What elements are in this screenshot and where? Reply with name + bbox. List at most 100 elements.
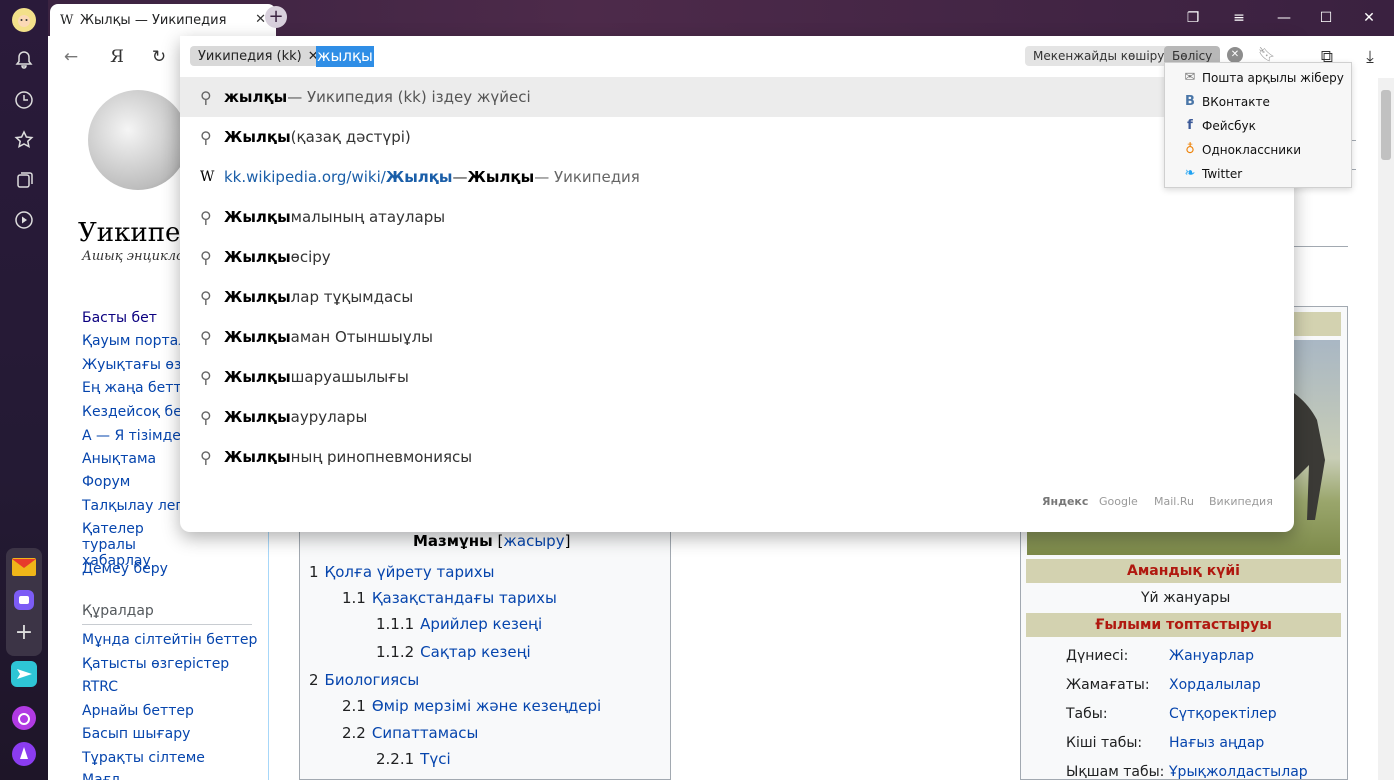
notifications-bell-icon[interactable] <box>8 44 40 76</box>
messenger-icon[interactable] <box>8 584 40 616</box>
infobox-value-link[interactable]: Ұрықжолдастылар <box>1169 764 1308 780</box>
share-label: Одноклассники <box>1202 142 1302 157</box>
suggestion-item[interactable]: ⚲ Жылқы шаруашылығы <box>180 357 1294 397</box>
toc-item[interactable]: 2 Биологиясы <box>309 671 419 689</box>
suggestion-item[interactable]: ⚲ Жылқы малының атаулары <box>180 197 1294 237</box>
toc-text: Сипаттамасы <box>371 724 479 742</box>
bookmarks-star-icon[interactable] <box>8 124 40 156</box>
toc-text: Қолға үйрету тарихы <box>324 563 495 581</box>
suggestion-text: аман Отыншыұлы <box>290 328 434 346</box>
engine-wikipedia[interactable]: Википедия <box>1209 495 1273 508</box>
share-vk[interactable]: B ВКонтакте <box>1178 94 1270 109</box>
sidebar-nav-discussion[interactable]: Талқылау легі <box>82 498 187 514</box>
sidebar-tool-related-changes[interactable]: Қатысты өзгерістер <box>82 656 229 672</box>
sidebar-divider <box>82 624 252 625</box>
site-chip-label: Уикипедия (kk) <box>198 48 302 64</box>
toc-number: 1 <box>309 563 319 581</box>
suggestion-text: (қазақ дәстүрі) <box>290 128 411 146</box>
minimize-icon[interactable]: — <box>1271 6 1297 30</box>
suggestion-item[interactable]: ⚲ Жылқы лар тұқымдасы <box>180 277 1294 317</box>
telemost-icon[interactable] <box>8 658 40 690</box>
scrollbar-thumb[interactable] <box>1381 90 1391 160</box>
sidebar-tool-special-pages[interactable]: Арнайы беттер <box>82 703 194 719</box>
toc-item[interactable]: 1 Қолға үйрету тарихы <box>309 563 494 581</box>
toc-number: 2 <box>309 671 319 689</box>
copy-address-button[interactable]: Мекенжайды көшіру <box>1025 46 1173 66</box>
mail-icon[interactable] <box>8 551 40 583</box>
close-window-icon[interactable]: ✕ <box>1356 6 1382 30</box>
toc-item[interactable]: 1.1.2 Сақтар кезеңі <box>376 643 531 661</box>
twitter-bird-icon: ❧ <box>1184 166 1196 181</box>
yandex-logo-icon[interactable]: Я <box>104 44 130 70</box>
site-search-chip[interactable]: Уикипедия (kk) ✕ <box>190 46 327 66</box>
sidebar-tool-rtrc[interactable]: RTRC <box>82 679 118 695</box>
sidebar-tool-permalink[interactable]: Тұрақты сілтеме <box>82 750 205 766</box>
reload-icon[interactable]: ↻ <box>146 44 172 70</box>
search-icon: ⚲ <box>200 287 212 307</box>
address-input-text[interactable]: жылқы <box>316 46 374 67</box>
share-facebook[interactable]: f Фейсбук <box>1178 118 1256 133</box>
sidebar-tool-whatlinkshere[interactable]: Мұнда сілтейтін беттер <box>82 632 257 648</box>
sidebar-tool-print[interactable]: Басып шығару <box>82 726 190 742</box>
toc-title: Мазмұны <box>413 532 493 550</box>
add-app-plus-icon[interactable]: + <box>8 616 40 648</box>
search-icon: ⚲ <box>200 367 212 387</box>
collections-icon[interactable] <box>8 164 40 196</box>
sidebar-nav-help[interactable]: Анықтама <box>82 451 156 467</box>
suggestion-bold: Жылқы <box>224 248 291 266</box>
share-ok[interactable]: ♁ Одноклассники <box>1178 142 1301 157</box>
download-arrow-icon[interactable]: ⤓ <box>1357 44 1383 70</box>
suggestion-item[interactable]: ⚲ Жылқы аурулары <box>180 397 1294 437</box>
toc-item[interactable]: 2.2.1 Түсі <box>376 750 451 768</box>
toc-item[interactable]: 1.1 Қазақстандағы тарихы <box>342 589 557 607</box>
sidebar-nav-forum[interactable]: Форум <box>82 474 130 490</box>
engine-yandex[interactable]: Яндекс <box>1042 495 1088 508</box>
infobox-value-link[interactable]: Жануарлар <box>1169 648 1254 664</box>
new-tab-plus-icon[interactable]: + <box>265 6 287 28</box>
toc-item[interactable]: 2.1 Өмір мерзімі және кезеңдері <box>342 697 601 715</box>
share-email[interactable]: ✉ Пошта арқылы жіберу <box>1178 70 1344 85</box>
sidebar-nav-donate[interactable]: Демеу беру <box>82 561 168 577</box>
alice-assistant-icon[interactable] <box>8 738 40 770</box>
back-arrow-icon[interactable]: ← <box>58 44 84 70</box>
suggestion-item[interactable]: ⚲ Жылқы ның ринопневмониясы <box>180 437 1294 477</box>
video-play-icon[interactable] <box>8 204 40 236</box>
menu-hamburger-icon[interactable]: ≡ <box>1226 6 1252 30</box>
suggestion-bold: Жылқы <box>467 168 535 186</box>
maximize-icon[interactable]: ☐ <box>1313 6 1339 30</box>
sidebar-nav-main-page[interactable]: Басты бет <box>82 310 157 326</box>
suggestion-item[interactable]: ⚲ Жылқы аман Отыншыұлы <box>180 317 1294 357</box>
bookmark-ribbon-icon[interactable]: 🔖︎ <box>1258 47 1276 63</box>
suggestion-item[interactable]: ⚲ жылқы — Уикипедия (kk) іздеу жүйесі <box>180 77 1294 117</box>
toc-hide-link[interactable]: жасыру <box>503 532 564 550</box>
infobox-value-link[interactable]: Нағыз аңдар <box>1169 735 1264 751</box>
infobox-value-link[interactable]: Хордалылар <box>1169 677 1261 693</box>
suggestion-bold: Жылқы <box>224 128 291 146</box>
engine-google[interactable]: Google <box>1099 495 1138 508</box>
tab-manager-icon[interactable]: ❐ <box>1180 6 1206 30</box>
suggestion-item-site[interactable]: W kk.wikipedia.org/wiki/Жылқы — Жылқы — … <box>180 157 1294 197</box>
toc-text: Өмір мерзімі және кезеңдері <box>371 697 602 715</box>
infobox-key: Жамағаты: <box>1066 677 1150 693</box>
toc-item[interactable]: 1.1.1 Арийлер кезеңі <box>376 615 542 633</box>
alice-music-icon[interactable] <box>8 702 40 734</box>
history-clock-icon[interactable] <box>8 84 40 116</box>
sidebar-tool-info[interactable]: Мағл <box>82 772 120 780</box>
suggestion-item[interactable]: ⚲ Жылқы өсіру <box>180 237 1294 277</box>
sidebar-nav-random[interactable]: Кездейсоқ бет <box>82 404 190 420</box>
clear-input-icon[interactable]: ✕ <box>1227 47 1243 63</box>
share-twitter[interactable]: ❧ Twitter <box>1178 166 1243 181</box>
suggestion-item[interactable]: ⚲ Жылқы (қазақ дәстүрі) <box>180 117 1294 157</box>
suggestion-separator: — <box>452 168 468 186</box>
toc-number: 2.2.1 <box>376 750 415 768</box>
page-scrollbar[interactable] <box>1378 78 1394 780</box>
wiki-logo-text: Уикипед <box>78 218 197 248</box>
share-label: ВКонтакте <box>1202 94 1270 109</box>
active-tab[interactable]: W Жылқы — Уикипедия ✕ <box>50 4 276 36</box>
infobox-value-link[interactable]: Сүтқоректілер <box>1169 706 1277 722</box>
suggestion-text: ның ринопневмониясы <box>290 448 473 466</box>
sidebar-nav-az[interactable]: А — Я тізімде <box>82 428 181 444</box>
toc-item[interactable]: 2.2 Сипаттамасы <box>342 724 478 742</box>
profile-avatar[interactable] <box>8 4 40 36</box>
engine-mailru[interactable]: Mail.Ru <box>1154 495 1194 508</box>
